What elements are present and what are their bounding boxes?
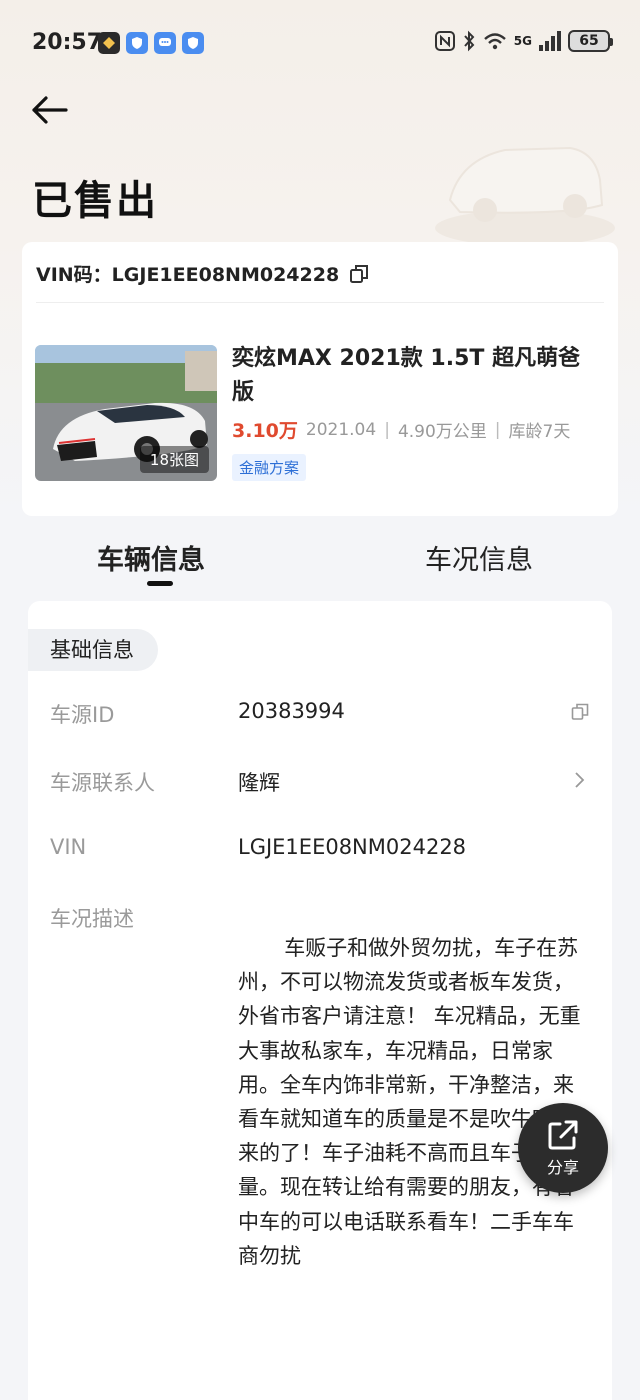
photo-count-badge: 18张图 xyxy=(139,446,209,473)
vin-row: VIN码：LGJE1EE08NM024228 xyxy=(36,260,369,287)
row-label-condition: 车况描述 xyxy=(50,907,134,931)
stock-age: 库龄7天 xyxy=(508,422,571,442)
bluetooth-icon xyxy=(464,30,475,52)
vin-code: VIN码：LGJE1EE08NM024228 xyxy=(36,264,340,286)
system-icons: 5G 65 xyxy=(434,30,613,52)
status-time: 20:57 xyxy=(32,30,103,55)
finance-plan-tag[interactable]: 金融方案 xyxy=(232,454,307,481)
page-title: 已售出 xyxy=(32,178,158,224)
car-price: 3.10万 xyxy=(232,420,298,442)
wifi-icon xyxy=(483,33,506,50)
vehicle-detail-card: 基础信息 车源ID 20383994 车源联系人 隆辉 VIN LGJE1EE0… xyxy=(28,601,612,1400)
registration-date: 2021.04 xyxy=(305,419,377,440)
share-button[interactable]: 分享 xyxy=(518,1103,608,1193)
share-icon xyxy=(548,1120,578,1150)
copy-icon[interactable] xyxy=(349,264,369,284)
price-row: 3.10万 2021.04 | 4.90万公里 | 库龄7天 xyxy=(232,416,570,443)
car-illustration xyxy=(435,146,615,246)
back-arrow-icon xyxy=(32,96,68,124)
tab-vehicle-info[interactable]: 车辆信息 xyxy=(97,538,205,577)
copy-icon[interactable] xyxy=(571,703,589,721)
car-photo[interactable]: 18张图 xyxy=(35,345,217,481)
nfc-icon xyxy=(434,31,455,51)
network-type-label: 5G xyxy=(513,34,532,48)
car-summary-card: VIN码：LGJE1EE08NM024228 18张图 奕炫MAX 2021款 … xyxy=(22,242,618,516)
separator: | xyxy=(494,419,501,440)
active-tab-indicator xyxy=(147,581,173,586)
section-title: 基础信息 xyxy=(28,629,158,671)
battery-level: 65 xyxy=(579,33,599,49)
share-label: 分享 xyxy=(546,1158,579,1177)
vin-value: LGJE1EE08NM024228 xyxy=(238,835,467,859)
row-label-car-id: 车源ID xyxy=(50,703,115,727)
condition-description: 车贩子和做外贸勿扰，车子在苏州，不可以物流发货或者板车发货，外省市客户请注意！ … xyxy=(238,936,581,1268)
back-button[interactable] xyxy=(28,88,72,132)
mileage: 4.90万公里 xyxy=(397,422,487,442)
battery-indicator: 65 xyxy=(568,30,613,52)
status-bar: 20:57 5G 65 xyxy=(0,22,640,66)
message-notification-icon xyxy=(154,32,176,54)
shield-notification-icon xyxy=(126,32,148,54)
shield-notification-icon xyxy=(182,32,204,54)
signal-icon xyxy=(539,31,561,51)
car-id-value: 20383994 xyxy=(238,699,345,723)
contact-value: 隆辉 xyxy=(238,771,280,795)
car-title: 奕炫MAX 2021款 1.5T 超凡萌爸版 xyxy=(232,346,581,405)
separator: | xyxy=(384,419,390,440)
tab-condition-info[interactable]: 车况信息 xyxy=(425,538,533,577)
notification-icons xyxy=(98,32,204,54)
row-label-contact: 车源联系人 xyxy=(50,771,155,795)
app-notification-icon xyxy=(98,32,120,54)
divider xyxy=(36,302,604,303)
chevron-right-icon xyxy=(575,772,585,788)
row-label-vin: VIN xyxy=(50,835,87,859)
